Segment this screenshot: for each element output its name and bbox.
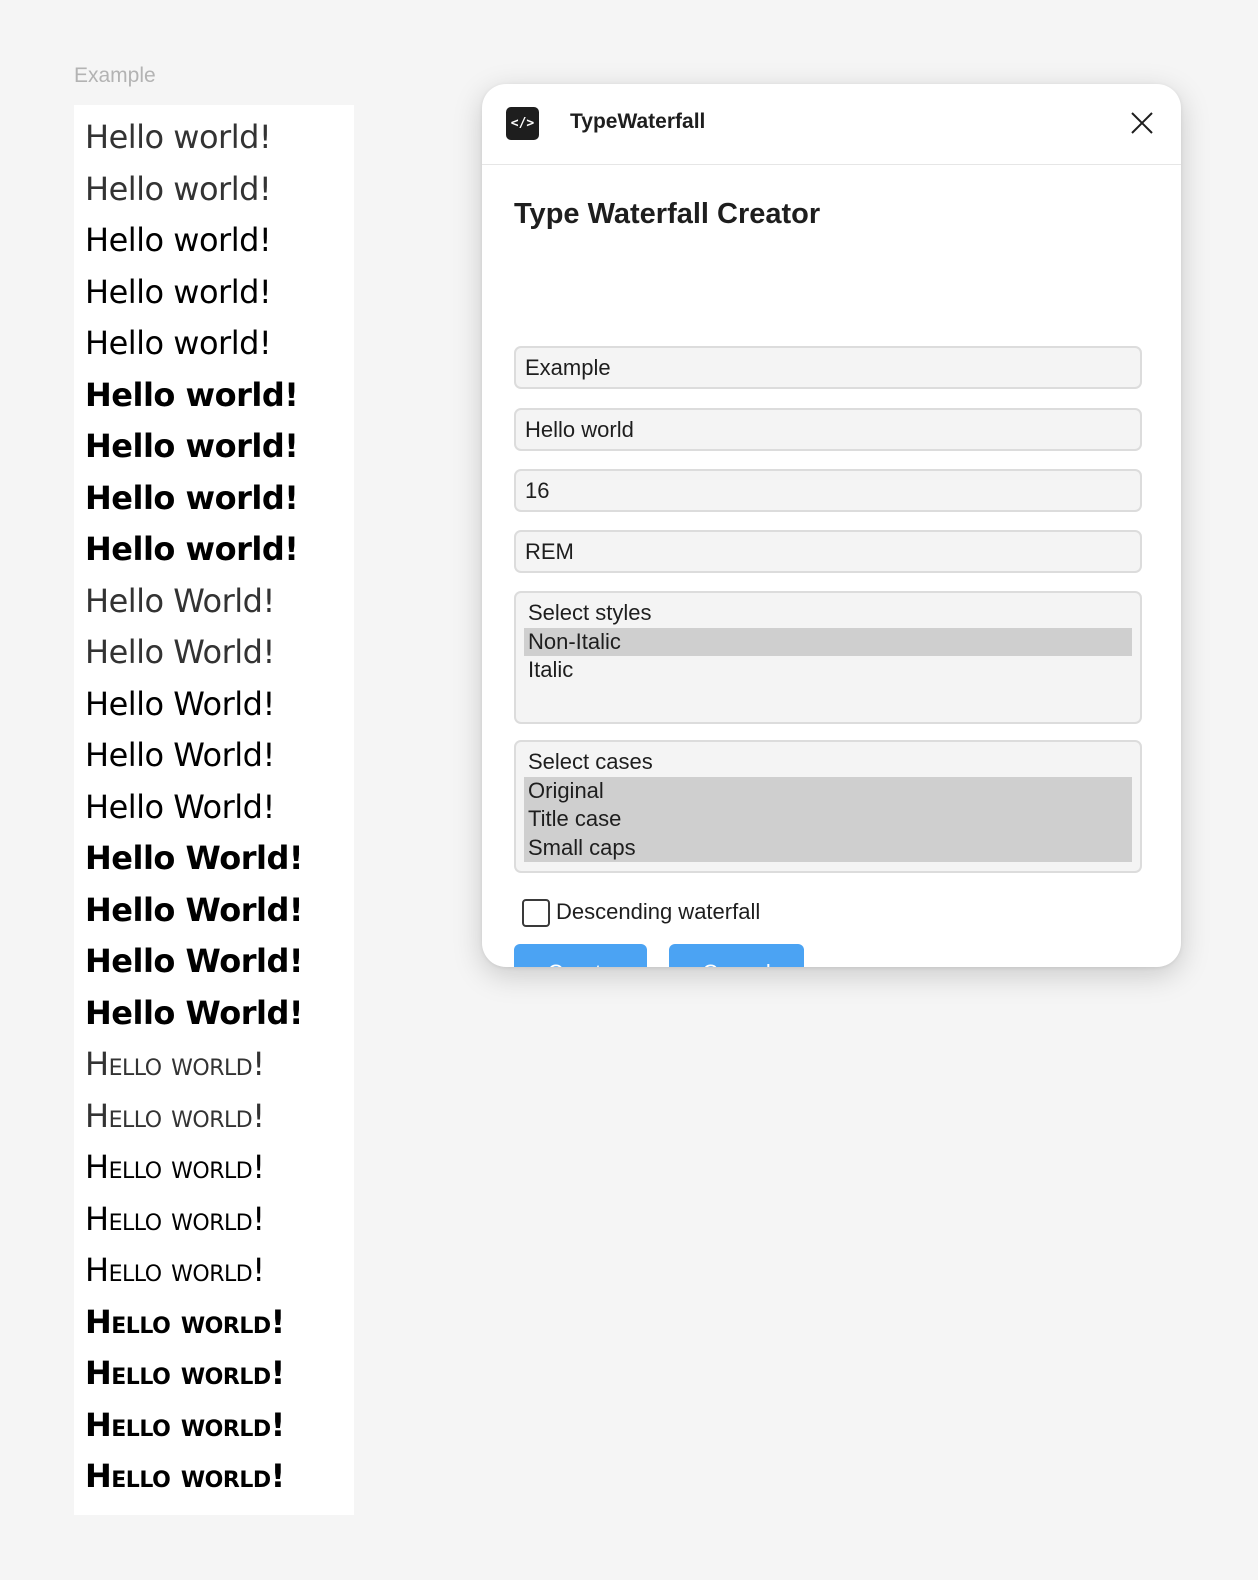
waterfall-line[interactable]: Hello world! — [85, 1044, 265, 1084]
styles-placeholder: Select styles — [528, 600, 652, 625]
cases-option[interactable]: Small caps — [524, 833, 1132, 862]
waterfall-line[interactable]: Hello world! — [85, 272, 272, 312]
create-button[interactable]: Create — [514, 944, 647, 967]
form-heading: Type Waterfall Creator — [514, 198, 821, 230]
dialog-header: </> TypeWaterfall — [482, 84, 1181, 165]
cases-option[interactable]: Original — [524, 776, 1132, 805]
type-waterfall-frame[interactable]: Hello world! Hello world! Hello world! Hell… — [74, 105, 354, 1515]
waterfall-line[interactable]: Hello world! — [85, 169, 272, 209]
waterfall-line[interactable]: Hello World! — [85, 684, 275, 724]
waterfall-line[interactable]: Hello World! — [85, 838, 303, 878]
waterfall-line[interactable]: Hello world! — [85, 1405, 285, 1445]
frame-label[interactable]: Example — [74, 64, 156, 88]
descending-checkbox[interactable] — [522, 899, 550, 927]
waterfall-line[interactable]: Hello world! — [85, 1302, 285, 1342]
cases-placeholder: Select cases — [528, 749, 653, 774]
waterfall-line[interactable]: Hello world! — [85, 529, 299, 569]
waterfall-line[interactable]: Hello world! — [85, 1456, 285, 1496]
plugin-title: TypeWaterfall — [570, 110, 706, 133]
descending-label[interactable]: Descending waterfall — [556, 899, 760, 925]
cases-select[interactable]: Select cases Original Title case Small cap… — [514, 740, 1142, 873]
waterfall-line[interactable]: Hello world! — [85, 1096, 265, 1136]
close-icon — [1131, 112, 1153, 134]
font-size-input[interactable] — [514, 469, 1142, 512]
waterfall-line[interactable]: Hello world! — [85, 1353, 285, 1393]
waterfall-line[interactable]: Hello World! — [85, 890, 303, 930]
waterfall-line[interactable]: Hello world! — [85, 1199, 265, 1239]
frame-name-input[interactable] — [514, 346, 1142, 389]
waterfall-line[interactable]: Hello world! — [85, 117, 272, 157]
cases-option[interactable]: Title case — [524, 805, 1132, 834]
styles-option[interactable]: Non-Italic — [524, 627, 1132, 656]
waterfall-line[interactable]: Hello world! — [85, 323, 272, 363]
plugin-dialog: </> TypeWaterfall Type Waterfall Creator… — [482, 84, 1181, 967]
close-button[interactable] — [1127, 108, 1157, 138]
cancel-button[interactable]: Cancel — [669, 944, 804, 967]
waterfall-line[interactable]: Hello world! — [85, 426, 299, 466]
sample-text-input[interactable] — [514, 408, 1142, 451]
waterfall-line[interactable]: Hello world! — [85, 1147, 265, 1187]
waterfall-line[interactable]: Hello world! — [85, 375, 299, 415]
waterfall-line[interactable]: Hello World! — [85, 581, 275, 621]
waterfall-line[interactable]: Hello world! — [85, 1250, 265, 1290]
waterfall-line[interactable]: Hello World! — [85, 993, 303, 1033]
code-icon: </> — [506, 107, 539, 140]
styles-select[interactable]: Select styles Non-Italic Italic — [514, 591, 1142, 724]
styles-option[interactable]: Italic — [524, 656, 1132, 685]
waterfall-line[interactable]: Hello World! — [85, 735, 275, 775]
waterfall-line[interactable]: Hello World! — [85, 787, 275, 827]
waterfall-line[interactable]: Hello World! — [85, 632, 275, 672]
unit-input[interactable] — [514, 530, 1142, 573]
waterfall-line[interactable]: Hello World! — [85, 941, 303, 981]
waterfall-line[interactable]: Hello world! — [85, 220, 272, 260]
waterfall-line[interactable]: Hello world! — [85, 478, 299, 518]
